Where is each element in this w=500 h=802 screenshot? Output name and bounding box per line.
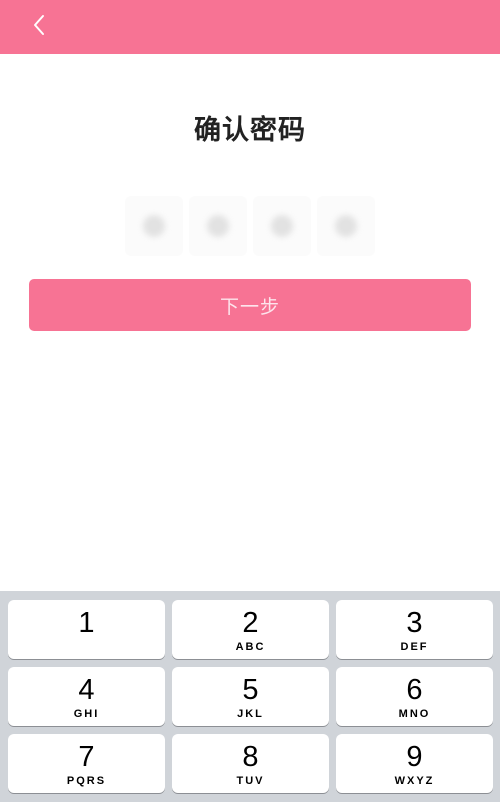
key-1[interactable]: 1	[8, 600, 165, 659]
key-5[interactable]: 5 JKL	[172, 667, 329, 726]
pin-dot	[143, 215, 165, 237]
pin-dot	[335, 215, 357, 237]
page-title: 确认密码	[194, 115, 306, 146]
next-button[interactable]: 下一步	[29, 279, 471, 331]
key-6[interactable]: 6 MNO	[336, 667, 493, 726]
pin-dot	[207, 215, 229, 237]
key-digit: 8	[242, 741, 259, 773]
key-letters: WXYZ	[394, 775, 435, 787]
key-4[interactable]: 4 GHI	[8, 667, 165, 726]
key-letters: JKL	[237, 708, 264, 720]
pin-slot	[125, 196, 183, 256]
key-digit: 7	[78, 741, 95, 773]
back-button[interactable]	[24, 12, 54, 42]
key-digit: 1	[78, 607, 95, 639]
pin-slot	[189, 196, 247, 256]
key-letters: PQRS	[66, 775, 107, 787]
pin-dot	[271, 215, 293, 237]
key-digit: 2	[242, 607, 259, 639]
key-digit: 9	[406, 741, 423, 773]
key-letters: DEF	[400, 641, 429, 653]
chevron-left-icon	[32, 13, 46, 41]
key-8[interactable]: 8 TUV	[172, 734, 329, 793]
key-7[interactable]: 7 PQRS	[8, 734, 165, 793]
key-3[interactable]: 3 DEF	[336, 600, 493, 659]
key-digit: 3	[406, 607, 423, 639]
key-digit: 5	[242, 674, 259, 706]
key-letters: ABC	[235, 641, 266, 653]
pin-slot	[253, 196, 311, 256]
pin-input[interactable]	[125, 196, 375, 256]
key-digit: 4	[78, 674, 95, 706]
key-letters: MNO	[398, 708, 431, 720]
key-2[interactable]: 2 ABC	[172, 600, 329, 659]
numeric-keypad: 1 2 ABC 3 DEF 4 GHI 5 JKL 6 MNO 7 PQRS 8…	[0, 591, 500, 802]
key-digit: 6	[406, 674, 423, 706]
key-letters: GHI	[73, 708, 100, 720]
top-bar	[0, 0, 500, 54]
pin-slot	[317, 196, 375, 256]
key-9[interactable]: 9 WXYZ	[336, 734, 493, 793]
key-letters: TUV	[236, 775, 265, 787]
